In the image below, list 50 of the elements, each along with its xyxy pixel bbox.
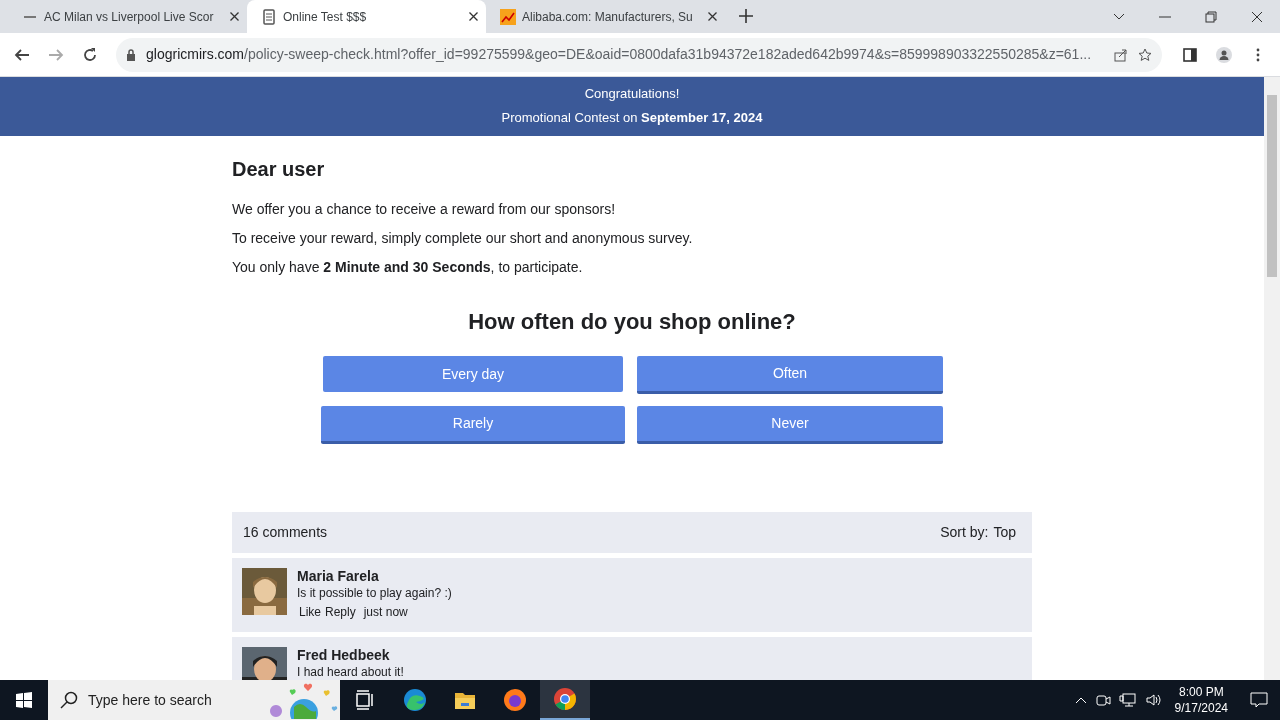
url-domain: glogricmirs.com: [146, 46, 244, 62]
comment-time: just now: [363, 604, 408, 621]
network-icon[interactable]: [1118, 692, 1137, 708]
clock-time: 8:00 PM: [1177, 684, 1225, 700]
share-icon[interactable]: [1114, 47, 1128, 62]
comment-count: 16 comments: [243, 523, 328, 542]
dash-icon: [24, 15, 36, 18]
url-path: /policy-sweep-check.html?offer_id=99275599&geo=DE&oaid=0800dafa31b94372e182aded642b9974&s=859998903322550285&z=61...: [244, 46, 1092, 62]
banner-text: Promotional Contest on September 17, 2024: [501, 109, 763, 127]
close-icon[interactable]: [469, 12, 478, 21]
banner-title: Congratulations!: [584, 85, 680, 103]
taskbar-search-field[interactable]: Type here to search: [48, 680, 340, 720]
paragraph: To receive your reward, simply complete our short and anonymous survey.: [232, 230, 693, 247]
star-icon[interactable]: [1138, 47, 1152, 62]
comment-action-link[interactable]: Like: [299, 603, 321, 621]
comment-text: Is it possible to play again? :): [297, 585, 452, 602]
browser-tab[interactable]: AC Milan vs Liverpool Live Scor: [8, 0, 247, 33]
chart-icon: [500, 8, 516, 25]
volume-icon[interactable]: [1144, 692, 1163, 708]
search-icon: [60, 691, 78, 709]
answer-button[interactable]: Rarely: [321, 406, 625, 444]
new-tab-icon[interactable]: [739, 9, 753, 23]
document-icon: [261, 8, 277, 25]
chevron-up-icon[interactable]: [1074, 696, 1087, 704]
answer-button[interactable]: Often: [637, 356, 943, 394]
scrollbar[interactable]: [1264, 77, 1280, 680]
lock-icon: [126, 48, 136, 61]
comment-action-link[interactable]: Reply: [325, 603, 356, 621]
scrollbar-thumb[interactable]: [1267, 95, 1277, 277]
notification-icon[interactable]: [1250, 691, 1268, 709]
comment-text: I had heard about it!: [297, 664, 404, 680]
paragraph: You only have 2 Minute and 30 Seconds, to participate.: [232, 259, 583, 276]
close-icon[interactable]: [230, 12, 239, 21]
browser-tab[interactable]: Alibaba.com: Manufacturers, Su: [486, 0, 725, 33]
chrome-icon[interactable]: [540, 680, 590, 720]
answer-button[interactable]: Never: [637, 406, 943, 444]
author-name: Fred Hedbeek: [297, 647, 390, 663]
browser-tab[interactable]: Online Test $$$: [247, 0, 486, 33]
camera-icon[interactable]: [1094, 692, 1111, 708]
address-bar[interactable]: glogricmirs.com/policy-sweep-check.html?offer_id=99275599&geo=DE&oaid=0800dafa31b94372e182aded642b9974&s=859998903322550285&z=61...: [116, 37, 1162, 72]
sort-link[interactable]: Top: [993, 524, 1016, 540]
heading: Dear user: [232, 157, 325, 182]
answer-button[interactable]: Every day: [323, 356, 623, 392]
sort-label: Sort by:: [940, 524, 989, 540]
author-name: Maria Farela: [297, 568, 379, 584]
question: How often do you shop online?: [468, 309, 796, 334]
globe-drawing: [268, 681, 340, 719]
close-icon[interactable]: [708, 12, 717, 21]
paragraph: We offer you a chance to receive a reward from our sponsors!: [232, 201, 616, 218]
clock-date: 9/17/2024: [1174, 700, 1228, 716]
